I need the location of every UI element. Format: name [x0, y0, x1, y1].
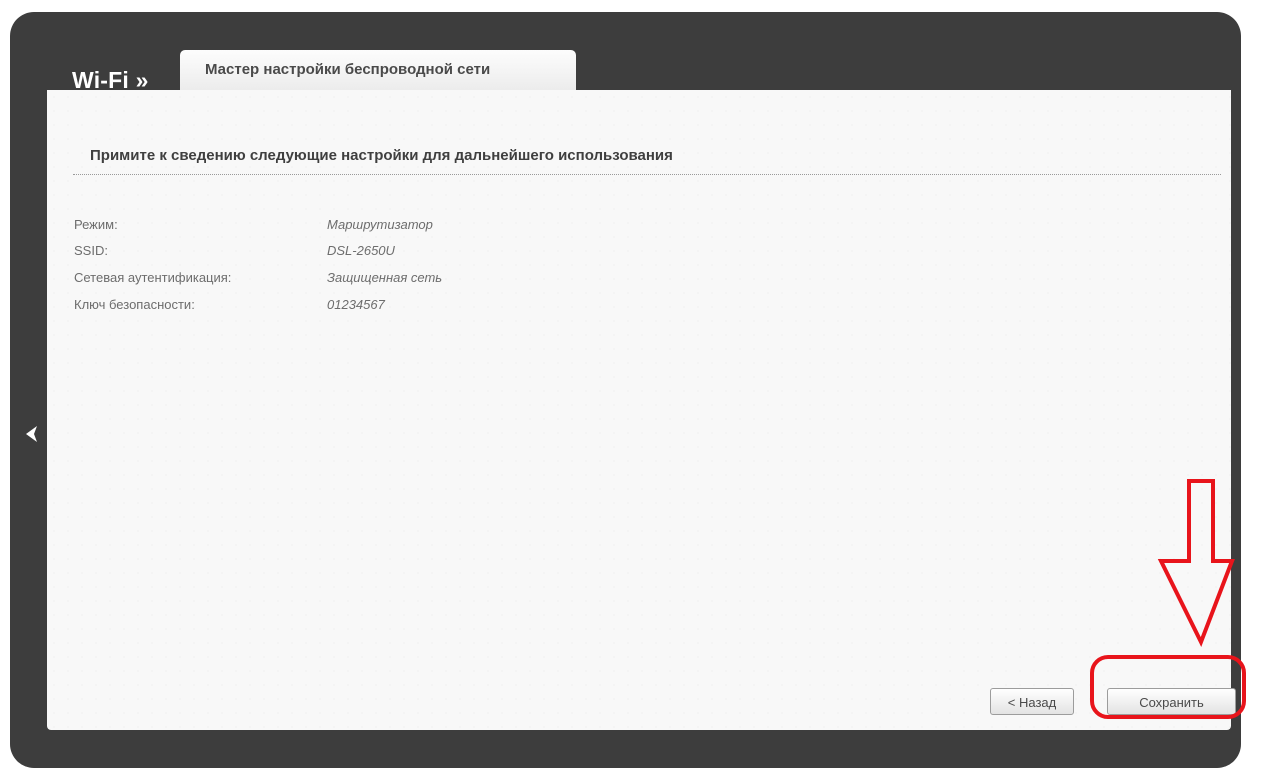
setting-value: 01234567 [327, 297, 385, 312]
router-ui-frame: Wi-Fi » Мастер настройки беспроводной се… [10, 12, 1241, 768]
divider [73, 174, 1221, 175]
tab-wireless-wizard[interactable]: Мастер настройки беспроводной сети [180, 50, 576, 90]
wizard-panel: Примите к сведению следующие настройки д… [47, 90, 1236, 730]
chevron-left-icon[interactable] [21, 423, 43, 445]
setting-value: Защищенная сеть [327, 270, 443, 285]
save-button[interactable]: Сохранить [1107, 688, 1236, 715]
panel-heading: Примите к сведению следующие настройки д… [90, 147, 673, 164]
back-button[interactable]: < Назад [990, 688, 1074, 715]
setting-label: Режим: [74, 217, 118, 232]
setting-value: Маршрутизатор [327, 217, 433, 232]
setting-label: Ключ безопасности: [74, 297, 195, 312]
setting-label: Сетевая аутентификация: [74, 270, 232, 285]
setting-value: DSL-2650U [327, 243, 395, 258]
setting-label: SSID: [74, 243, 108, 258]
